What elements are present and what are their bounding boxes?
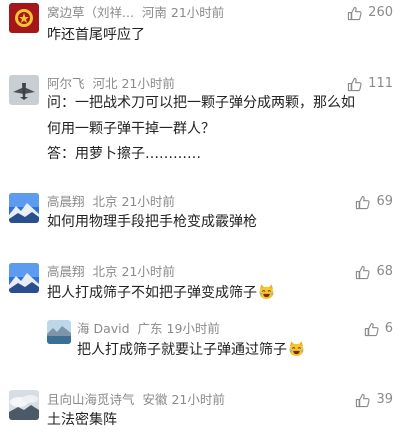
like-count: 39 [376, 392, 393, 407]
username[interactable]: 海 David [77, 321, 130, 336]
username[interactable]: 且向山海觅诗气 [47, 392, 135, 407]
comment-meta: 且向山海觅诗气 安徽 21小时前 [47, 392, 225, 408]
username[interactable]: 窝边草（刘祥... [47, 5, 134, 20]
location: 河北 [92, 76, 118, 91]
comment-text: 答：用萝卜擦子………… [47, 146, 201, 162]
thumbs-up-icon [348, 6, 362, 20]
like-button[interactable]: 69 [355, 194, 393, 210]
like-button[interactable]: 260 [347, 5, 393, 21]
like-count: 69 [376, 194, 393, 209]
laughing-cat-emoji-icon [258, 283, 275, 308]
timestamp: 21小时前 [121, 264, 175, 279]
comment-meta: 海 David 广东 19小时前 [77, 321, 220, 337]
comment-meta: 窝边草（刘祥... 河南 21小时前 [47, 5, 224, 21]
avatar[interactable] [9, 3, 39, 33]
comment-text: 咋还首尾呼应了 [47, 27, 145, 43]
timestamp: 21小时前 [171, 392, 225, 407]
comment-text: 如何用物理手段把手枪变成霰弹枪 [47, 214, 257, 230]
like-button[interactable]: 111 [347, 76, 393, 92]
timestamp: 21小时前 [170, 5, 225, 20]
comment-text: 把人打成筛子不如把子弹变成筛子 [47, 282, 275, 308]
location: 北京 [92, 194, 118, 209]
comment-text: 土法密集阵 [47, 412, 117, 428]
comment-text: 问：一把战术刀可以把一颗子弹分成两颗，那么如 [47, 95, 355, 111]
thumbs-up-icon [356, 265, 371, 279]
avatar[interactable] [9, 263, 39, 293]
comment-meta: 阿尔飞 河北 21小时前 [47, 76, 175, 92]
thumbs-up-icon [356, 195, 371, 209]
username[interactable]: 阿尔飞 [47, 76, 85, 91]
like-count: 6 [384, 321, 393, 336]
username[interactable]: 高晨翔 [47, 264, 85, 279]
location: 河南 [141, 5, 167, 20]
like-button[interactable]: 68 [355, 264, 393, 280]
timestamp: 19小时前 [166, 321, 220, 336]
avatar[interactable] [47, 320, 71, 344]
thumbs-up-icon [364, 322, 379, 336]
like-count: 111 [368, 76, 393, 91]
thumbs-up-icon [348, 77, 362, 91]
avatar[interactable] [9, 75, 39, 105]
comment-meta: 高晨翔 北京 21小时前 [47, 264, 175, 280]
comment-meta: 高晨翔 北京 21小时前 [47, 194, 175, 210]
timestamp: 21小时前 [121, 194, 175, 209]
like-button[interactable]: 6 [364, 321, 393, 337]
username[interactable]: 高晨翔 [47, 194, 85, 209]
laughing-cat-emoji-icon [288, 340, 305, 365]
location: 北京 [92, 264, 118, 279]
comment-text: 把人打成筛子就要让子弹通过筛子 [77, 339, 305, 365]
location: 安徽 [142, 392, 168, 407]
thumbs-up-icon [356, 393, 371, 407]
like-button[interactable]: 39 [355, 392, 393, 408]
avatar[interactable] [9, 390, 39, 420]
comment-text: 何用一颗子弹干掉一群人？ [47, 121, 215, 137]
comment-text-content: 把人打成筛子就要让子弹通过筛子 [77, 342, 287, 358]
like-count: 68 [376, 264, 393, 279]
avatar[interactable] [9, 193, 39, 223]
location: 广东 [137, 321, 163, 336]
timestamp: 21小时前 [121, 76, 175, 91]
like-count: 260 [368, 5, 393, 20]
comment-text-content: 把人打成筛子不如把子弹变成筛子 [47, 285, 257, 301]
